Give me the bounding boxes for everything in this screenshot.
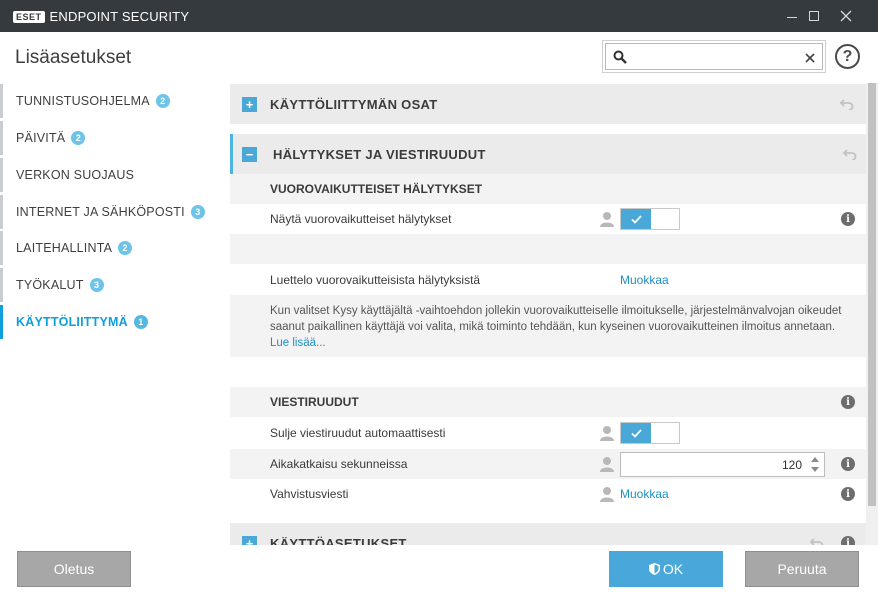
help-button[interactable]: ? bbox=[835, 44, 860, 69]
scrollbar[interactable] bbox=[866, 83, 878, 545]
spin-down-icon[interactable] bbox=[811, 466, 819, 472]
timeout-row: Aikakatkaisu sekunneissa 120 i bbox=[230, 449, 866, 479]
user-icon bbox=[600, 426, 614, 441]
sidebar-item-network-protection[interactable]: VERKON SUOJAUS bbox=[0, 158, 226, 192]
sidebar-item-update[interactable]: PÄIVITÄ 2 bbox=[0, 121, 226, 155]
maximize-button[interactable] bbox=[798, 0, 830, 32]
default-button[interactable]: Oletus bbox=[17, 551, 131, 587]
read-more-link[interactable]: Lue lisää... bbox=[270, 337, 326, 349]
interactive-alerts-heading-row: VUOROVAIKUTTEISET HÄLYTYKSET bbox=[230, 174, 866, 204]
info-icon[interactable]: i bbox=[841, 395, 855, 409]
section-title: KÄYTTÖLIITTYMÄN OSAT bbox=[270, 96, 438, 112]
setting-label: Vahvistusviesti bbox=[270, 487, 349, 501]
minimize-icon bbox=[787, 16, 797, 18]
user-icon bbox=[600, 457, 614, 472]
show-interactive-alerts-row: Näytä vuorovaikutteiset hälytykset i bbox=[230, 204, 866, 234]
description-text: Kun valitset Kysy käyttäjältä -vaihtoehd… bbox=[230, 295, 866, 357]
user-icon bbox=[600, 212, 614, 227]
page-title: Lisäasetukset bbox=[15, 47, 132, 68]
sidebar-item-web-and-email[interactable]: INTERNET JA SÄHKÖPOSTI 3 bbox=[0, 195, 226, 229]
close-button[interactable] bbox=[830, 0, 862, 32]
sidebar-item-tools[interactable]: TYÖKALUT 3 bbox=[0, 268, 226, 302]
revert-icon[interactable] bbox=[843, 148, 857, 160]
close-icon bbox=[840, 10, 852, 22]
sidebar-item-badge: 2 bbox=[71, 131, 86, 145]
footer: Oletus OK Peruuta bbox=[0, 545, 878, 598]
confirmation-row: Vahvistusviesti Muokkaa i bbox=[230, 479, 866, 509]
app-title: ENDPOINT SECURITY bbox=[49, 9, 190, 24]
interactive-alerts-list-row: Luettelo vuorovaikutteisista hälytyksist… bbox=[230, 265, 866, 295]
sidebar-item-label: PÄIVITÄ bbox=[16, 131, 66, 145]
section-usage-settings[interactable]: + KÄYTTÖASETUKSET i bbox=[230, 523, 866, 545]
expand-icon[interactable]: + bbox=[242, 535, 257, 545]
button-label: Oletus bbox=[53, 561, 95, 577]
sidebar-item-label: TUNNISTUSOHJELMA bbox=[16, 94, 150, 108]
sidebar-item-badge: 3 bbox=[89, 278, 104, 292]
setting-label: Näytä vuorovaikutteiset hälytykset bbox=[270, 212, 452, 226]
setting-label: Aikakatkaisu sekunneissa bbox=[270, 457, 408, 471]
app-logo: ESET ENDPOINT SECURITY bbox=[13, 9, 189, 24]
clear-search-icon[interactable] bbox=[805, 53, 815, 63]
subsection-heading: VUOROVAIKUTTEISET HÄLYTYKSET bbox=[270, 182, 483, 196]
sidebar-item-badge: 2 bbox=[118, 241, 133, 255]
auto-close-row: Sulje viestiruudut automaattisesti bbox=[230, 418, 866, 448]
scrollbar-thumb[interactable] bbox=[868, 83, 876, 506]
sidebar-item-badge: 2 bbox=[155, 94, 170, 108]
ok-button[interactable]: OK bbox=[609, 551, 723, 587]
revert-icon[interactable] bbox=[840, 98, 854, 110]
subsection-heading: VIESTIRUUDUT bbox=[270, 395, 359, 409]
timeout-value[interactable]: 120 bbox=[782, 458, 802, 472]
spacer-row bbox=[230, 357, 866, 387]
settings-panel: + KÄYTTÖLIITTYMÄN OSAT − HÄLYTYKSET JA V… bbox=[230, 83, 866, 545]
section-ui-elements[interactable]: + KÄYTTÖLIITTYMÄN OSAT bbox=[230, 84, 866, 124]
section-title: KÄYTTÖASETUKSET bbox=[270, 535, 407, 546]
section-alerts-and-message-boxes[interactable]: − HÄLYTYKSET JA VIESTIRUUDUT bbox=[230, 134, 866, 174]
info-icon[interactable]: i bbox=[841, 487, 855, 501]
user-icon bbox=[600, 487, 614, 502]
check-icon bbox=[621, 209, 651, 229]
eset-logo: ESET bbox=[13, 10, 45, 23]
timeout-stepper[interactable]: 120 bbox=[620, 451, 825, 477]
button-label: OK bbox=[662, 561, 684, 577]
sidebar-item-user-interface[interactable]: KÄYTTÖLIITTYMÄ 1 bbox=[0, 305, 226, 339]
search-icon bbox=[613, 50, 627, 64]
help-icon: ? bbox=[842, 47, 853, 65]
spin-up-icon[interactable] bbox=[811, 456, 819, 462]
edit-link[interactable]: Muokkaa bbox=[620, 487, 669, 501]
sidebar-item-badge: 1 bbox=[133, 315, 148, 329]
info-icon[interactable]: i bbox=[841, 536, 855, 545]
check-icon bbox=[621, 423, 651, 443]
message-boxes-heading-row: VIESTIRUUDUT i bbox=[230, 387, 866, 417]
setting-label: Sulje viestiruudut automaattisesti bbox=[270, 426, 446, 440]
show-interactive-alerts-toggle[interactable] bbox=[620, 208, 680, 230]
sidebar-item-detection-engine[interactable]: TUNNISTUSOHJELMA 2 bbox=[0, 84, 226, 118]
search-input[interactable] bbox=[632, 48, 802, 66]
sidebar-item-badge: 3 bbox=[190, 205, 205, 219]
sidebar-item-label: INTERNET JA SÄHKÖPOSTI bbox=[16, 205, 185, 219]
title-bar: ESET ENDPOINT SECURITY bbox=[0, 0, 878, 32]
info-icon[interactable]: i bbox=[841, 457, 855, 471]
expand-icon[interactable]: + bbox=[242, 96, 257, 112]
sidebar-item-label: VERKON SUOJAUS bbox=[16, 168, 135, 182]
collapse-icon[interactable]: − bbox=[242, 146, 257, 162]
sidebar-item-label: KÄYTTÖLIITTYMÄ bbox=[16, 315, 128, 329]
sidebar-item-label: TYÖKALUT bbox=[16, 278, 84, 292]
search-box[interactable] bbox=[602, 40, 826, 73]
auto-close-toggle[interactable] bbox=[620, 422, 680, 444]
setting-label: Luettelo vuorovaikutteisista hälytyksist… bbox=[270, 273, 481, 287]
revert-icon[interactable] bbox=[810, 537, 824, 545]
sidebar-item-device-control[interactable]: LAITEHALLINTA 2 bbox=[0, 231, 226, 265]
info-icon[interactable]: i bbox=[841, 212, 855, 226]
sidebar-item-label: LAITEHALLINTA bbox=[16, 241, 113, 255]
section-title: HÄLYTYKSET JA VIESTIRUUDUT bbox=[273, 146, 486, 162]
button-label: Peruuta bbox=[777, 561, 827, 577]
edit-link[interactable]: Muokkaa bbox=[620, 273, 669, 287]
shield-icon bbox=[648, 563, 660, 575]
cancel-button[interactable]: Peruuta bbox=[745, 551, 859, 587]
spacer-row bbox=[230, 234, 866, 264]
maximize-icon bbox=[809, 11, 819, 21]
